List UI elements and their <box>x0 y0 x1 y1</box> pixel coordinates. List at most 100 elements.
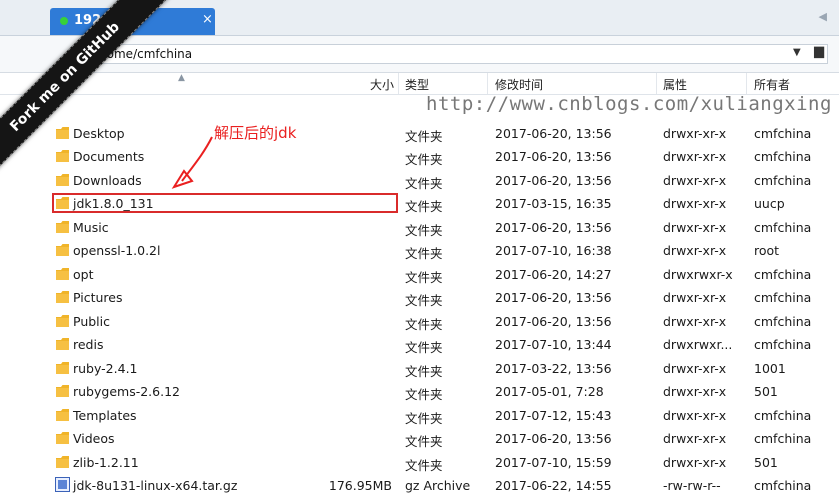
folder-icon <box>56 432 69 444</box>
file-list-header: 名 ▲ 大小 类型 修改时间 属性 所有者 <box>0 73 839 95</box>
file-owner: cmfchina <box>754 267 812 282</box>
file-name: Videos <box>73 431 115 446</box>
file-attr: drwxr-xr-x <box>663 220 727 235</box>
address-bar: ⬅ ▼ ▆ <box>0 36 839 73</box>
file-mtime: 2017-06-20, 13:56 <box>495 290 612 305</box>
annotation-label: 解压后的jdk <box>214 124 297 142</box>
list-item[interactable]: rubygems-2.6.12 文件夹 2017-05-01, 7:28 drw… <box>0 380 839 403</box>
path-dropdown-icon[interactable]: ▼ <box>793 47 801 58</box>
list-item[interactable]: Music 文件夹 2017-06-20, 13:56 drwxr-xr-x c… <box>0 216 839 239</box>
file-type: 文件夹 <box>405 411 443 426</box>
path-input[interactable] <box>88 44 828 64</box>
file-attr: drwxr-xr-x <box>663 384 727 399</box>
list-item[interactable]: Public 文件夹 2017-06-20, 13:56 drwxr-xr-x … <box>0 310 839 333</box>
file-type: gz Archive <box>405 478 471 493</box>
list-item[interactable]: Downloads 文件夹 2017-06-20, 13:56 drwxr-xr… <box>0 169 839 192</box>
file-owner: cmfchina <box>754 337 812 352</box>
tab-close-icon[interactable]: × <box>202 12 213 27</box>
file-type: 文件夹 <box>405 340 443 355</box>
file-name: openssl-1.0.2l <box>73 243 161 258</box>
file-owner: uucp <box>754 196 785 211</box>
folder-icon <box>56 338 69 350</box>
file-name: Desktop <box>73 126 125 141</box>
file-owner: cmfchina <box>754 290 812 305</box>
file-mtime: 2017-07-10, 16:38 <box>495 243 612 258</box>
file-type: 文件夹 <box>405 458 443 473</box>
file-type: 文件夹 <box>405 317 443 332</box>
column-divider[interactable] <box>656 73 657 94</box>
file-name: redis <box>73 337 104 352</box>
file-type: 文件夹 <box>405 176 443 191</box>
file-attr: drwxr-xr-x <box>663 290 727 305</box>
list-item[interactable]: Pictures 文件夹 2017-06-20, 13:56 drwxr-xr-… <box>0 286 839 309</box>
file-owner: cmfchina <box>754 149 812 164</box>
file-type: 文件夹 <box>405 387 443 402</box>
folder-tool-icon[interactable]: ▆ <box>814 44 824 59</box>
file-mtime: 2017-06-22, 14:55 <box>495 478 612 493</box>
column-mtime[interactable]: 修改时间 <box>495 76 543 93</box>
file-name: Downloads <box>73 173 142 188</box>
tab-scroll-left-icon[interactable]: ◀ <box>819 10 827 23</box>
column-divider[interactable] <box>398 73 399 94</box>
list-item[interactable]: opt 文件夹 2017-06-20, 14:27 drwxrwxr-x cmf… <box>0 263 839 286</box>
file-owner: cmfchina <box>754 431 812 446</box>
file-mtime: 2017-03-22, 13:56 <box>495 361 612 376</box>
folder-icon <box>56 174 69 186</box>
column-type[interactable]: 类型 <box>405 76 429 93</box>
file-attr: drwxr-xr-x <box>663 196 727 211</box>
file-type: 文件夹 <box>405 152 443 167</box>
file-attr: drwxrwxr... <box>663 337 733 352</box>
file-name: Music <box>73 220 109 235</box>
file-mtime: 2017-06-20, 13:56 <box>495 173 612 188</box>
folder-icon <box>56 150 69 162</box>
file-attr: drwxr-xr-x <box>663 455 727 470</box>
sort-ascending-icon: ▲ <box>178 73 185 83</box>
list-item[interactable]: openssl-1.0.2l 文件夹 2017-07-10, 16:38 drw… <box>0 239 839 262</box>
folder-icon <box>56 244 69 256</box>
file-name: ruby-2.4.1 <box>73 361 138 376</box>
folder-icon <box>56 268 69 280</box>
list-item[interactable]: Documents 文件夹 2017-06-20, 13:56 drwxr-xr… <box>0 145 839 168</box>
list-item[interactable]: Videos 文件夹 2017-06-20, 13:56 drwxr-xr-x … <box>0 427 839 450</box>
file-name: Pictures <box>73 290 123 305</box>
column-attr[interactable]: 属性 <box>663 76 687 93</box>
file-type: 文件夹 <box>405 223 443 238</box>
file-owner: root <box>754 243 780 258</box>
column-divider[interactable] <box>746 73 747 94</box>
file-name: rubygems-2.6.12 <box>73 384 180 399</box>
file-mtime: 2017-03-15, 16:35 <box>495 196 612 211</box>
list-item[interactable]: jdk-8u131-linux-x64.tar.gz 176.95MB gz A… <box>0 474 839 497</box>
column-divider[interactable] <box>487 73 488 94</box>
file-type: 文件夹 <box>405 270 443 285</box>
list-item[interactable]: Desktop 文件夹 2017-06-20, 13:56 drwxr-xr-x… <box>0 122 839 145</box>
file-attr: drwxr-xr-x <box>663 173 727 188</box>
file-name: Templates <box>73 408 137 423</box>
list-item[interactable]: redis 文件夹 2017-07-10, 13:44 drwxrwxr... … <box>0 333 839 356</box>
file-attr: drwxr-xr-x <box>663 243 727 258</box>
list-item[interactable]: zlib-1.2.11 文件夹 2017-07-10, 15:59 drwxr-… <box>0 451 839 474</box>
folder-icon <box>56 456 69 468</box>
file-mtime: 2017-05-01, 7:28 <box>495 384 604 399</box>
list-item[interactable]: Templates 文件夹 2017-07-12, 15:43 drwxr-xr… <box>0 404 839 427</box>
folder-icon <box>56 409 69 421</box>
file-name: jdk-8u131-linux-x64.tar.gz <box>73 478 238 493</box>
file-owner: cmfchina <box>754 314 812 329</box>
file-mtime: 2017-06-20, 13:56 <box>495 126 612 141</box>
file-owner: cmfchina <box>754 478 812 493</box>
file-size: 176.95MB <box>328 478 392 493</box>
column-size[interactable]: 大小 <box>370 76 394 93</box>
file-attr: drwxr-xr-x <box>663 126 727 141</box>
file-type: 文件夹 <box>405 434 443 449</box>
file-name: Public <box>73 314 110 329</box>
folder-icon <box>56 385 69 397</box>
list-item[interactable]: ruby-2.4.1 文件夹 2017-03-22, 13:56 drwxr-x… <box>0 357 839 380</box>
file-attr: drwxr-xr-x <box>663 408 727 423</box>
file-type: 文件夹 <box>405 364 443 379</box>
file-mtime: 2017-06-20, 13:56 <box>495 314 612 329</box>
folder-icon <box>56 362 69 374</box>
file-owner: 501 <box>754 455 778 470</box>
column-owner[interactable]: 所有者 <box>754 76 790 93</box>
file-type: 文件夹 <box>405 129 443 144</box>
file-mtime: 2017-06-20, 13:56 <box>495 149 612 164</box>
connected-status-icon <box>60 17 68 25</box>
